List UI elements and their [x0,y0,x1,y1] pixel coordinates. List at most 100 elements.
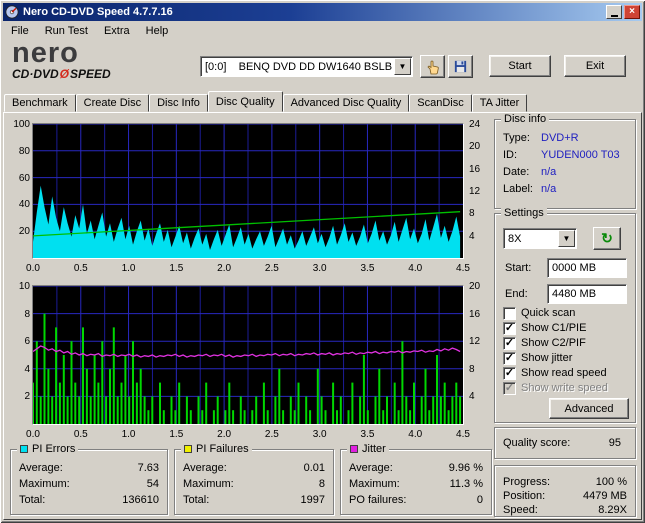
x-axis-tick-label: 2.5 [264,429,279,440]
refresh-speeds-button[interactable]: ↻ [593,227,621,250]
disc-info-value: n/a [541,183,557,195]
y-axis-tick-label: 8 [24,308,30,320]
progress-value: 100 % [595,476,627,488]
menu-item-extra[interactable]: Extra [96,23,138,39]
pi-errors-chart [32,123,464,259]
quality-score-value: 95 [608,437,621,449]
y2-axis-tick-label: 12 [469,186,481,197]
run-options-button[interactable] [420,55,445,78]
slashed-o-logo-icon: Ø [59,67,70,81]
x-axis-tick-label: 0.0 [26,429,40,440]
checkbox-box[interactable]: ✓ [503,336,516,350]
checkbox-show-c1-pie[interactable]: ✓ Show C1/PIE [503,321,586,335]
checkbox-label: Show C2/PIF [521,337,586,349]
stats-value: 1997 [300,494,325,506]
disc-info-value: n/a [541,166,557,178]
y-axis-tick-label: 10 [18,281,30,292]
app-window: Nero CD-DVD Speed 4.7.7.16 × File Run Tes… [0,0,645,523]
checkbox-quick-scan[interactable]: Quick scan [503,306,575,320]
y2-axis-tick-label: 8 [469,208,475,220]
checkbox-box[interactable]: ✓ [503,366,516,380]
title-bar: Nero CD-DVD Speed 4.7.7.16 × [3,3,642,21]
x-axis-tick-label: 4.5 [456,429,470,440]
disc-info-row-label: Label: n/a [503,183,556,195]
checkbox-show-c2-pif[interactable]: ✓ Show C2/PIF [503,336,586,350]
tab-ta-jitter[interactable]: TA Jitter [471,94,528,112]
stats-label: Average: [349,462,393,474]
quality-score-group: Quality score: 95 [494,427,636,459]
x-axis-tick-label: 3.0 [312,263,327,274]
tab-create-disc[interactable]: Create Disc [75,94,150,112]
disc-info-label: Date: [503,166,530,178]
stats-row-maximum: Maximum: 8 [183,478,325,490]
end-position-label: End: [505,288,528,300]
minimize-button[interactable] [606,5,622,19]
pi-failures-chart [32,285,464,425]
checkbox-box[interactable]: ✓ [503,351,516,365]
tab-scandisc[interactable]: ScanDisc [409,94,472,112]
checkbox-show-jitter[interactable]: ✓ Show jitter [503,351,572,365]
start-position-label: Start: [505,262,532,274]
y-axis-tick-label: 4 [24,363,30,375]
disc-info-row-id: ID: YUDEN000 T03 [503,149,620,161]
tab-benchmark[interactable]: Benchmark [4,94,76,112]
x-axis-tick-label: 3.5 [360,263,375,274]
y-axis-tick-label: 60 [18,172,30,184]
menu-item-help[interactable]: Help [138,23,177,39]
stats-value: 11.3 % [449,478,483,490]
chevron-down-icon[interactable]: ▼ [394,58,411,75]
disc-info-value: YUDEN000 T03 [541,149,620,161]
stats-row-total: Total: 1997 [183,494,325,506]
x-axis-tick-label: 4.5 [456,263,470,274]
floppy-disk-icon [454,60,467,73]
checkbox-show-write-speed: ✓ Show write speed [503,381,608,395]
drive-select[interactable]: [0:0] BENQ DVD DD DW1640 BSLB ▼ [200,56,413,77]
checkbox-box: ✓ [503,381,516,395]
nero-brand-text: nero [12,37,79,69]
checkbox-box[interactable] [503,306,516,320]
checkbox-box[interactable]: ✓ [503,321,516,335]
stats-label: PO failures: [349,494,407,506]
tab-advanced-disc-quality[interactable]: Advanced Disc Quality [282,94,410,112]
quality-score-label: Quality score: [503,437,571,449]
disc-info-title: Disc info [501,113,550,125]
end-position-field[interactable]: 4480 MB [547,284,627,304]
stats-row-average: Average: 7.63 [19,462,159,474]
progress-label: Progress: [503,476,551,488]
progress-label: Position: [503,490,546,502]
exit-button[interactable]: Exit [564,55,626,77]
stats-row-average: Average: 0.01 [183,462,325,474]
stats-label: Maximum: [19,478,70,490]
stats-title-text: PI Failures [196,443,249,455]
close-icon: × [629,6,635,17]
tab-disc-quality[interactable]: Disc Quality [207,91,283,112]
minimize-icon [610,14,618,17]
advanced-button[interactable]: Advanced [549,398,629,419]
stats-label: Maximum: [183,478,234,490]
y-axis-tick-label: 20 [18,226,30,238]
disc-info-label: Type: [503,132,530,144]
nero-logo: nero CD·DVDØSPEED [12,37,182,86]
y-axis-tick-label: 80 [18,145,30,157]
start-position-field[interactable]: 0000 MB [547,258,627,278]
product-right: SPEED [70,67,111,81]
stats-title-text: PI Errors [32,443,76,455]
chevron-down-icon[interactable]: ▼ [558,230,575,247]
y-axis-tick-label: 40 [18,199,30,211]
stats-group-pi-failures: PI Failures Average: 0.01 Maximum: 8 Total: 19… [174,443,334,515]
stats-label: Total: [183,494,210,506]
stats-row-po-failures: PO failures: 0 [349,494,483,506]
settings-group: Settings 8X ▼ ↻ Start: 0000 MB End: 4480… [494,207,636,423]
progress-value: 4479 MB [582,490,627,502]
x-axis-tick-label: 1.5 [169,429,184,440]
checkbox-label: Show write speed [521,382,608,394]
progress-row-progress: Progress: 100 % [503,476,627,488]
tab-disc-info[interactable]: Disc Info [149,94,208,112]
close-button[interactable]: × [624,5,640,19]
start-button[interactable]: Start [489,55,551,77]
stats-label: Total: [19,494,46,506]
save-results-button[interactable] [448,55,473,78]
stats-row-total: Total: 136610 [19,494,159,506]
checkbox-show-read-speed[interactable]: ✓ Show read speed [503,366,607,380]
scan-speed-select[interactable]: 8X ▼ [503,228,577,249]
